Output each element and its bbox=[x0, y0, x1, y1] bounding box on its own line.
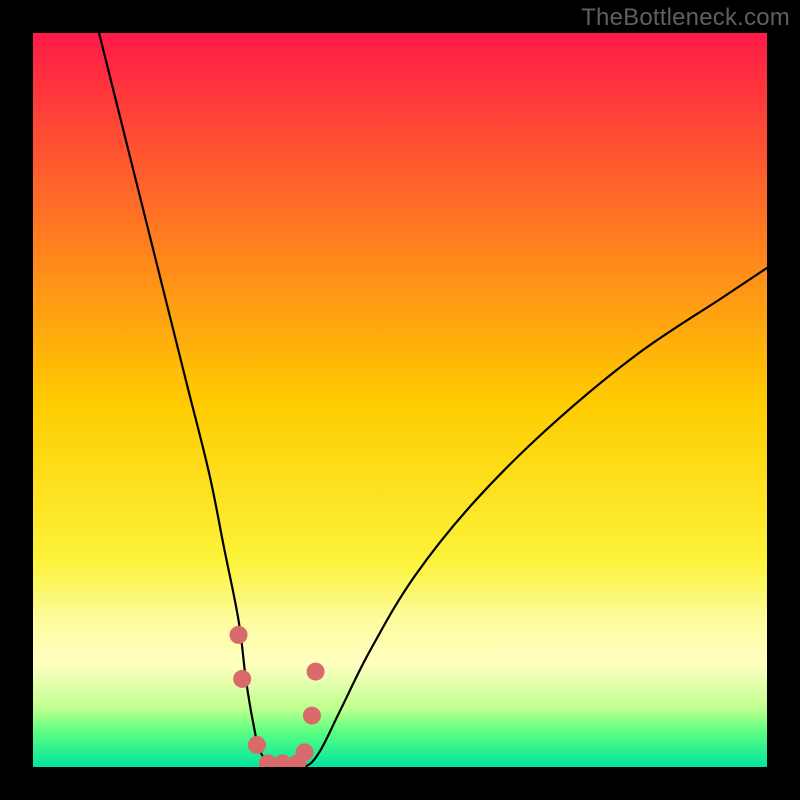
plot-area bbox=[33, 33, 767, 767]
chart-background bbox=[33, 33, 767, 767]
chart-svg bbox=[33, 33, 767, 767]
highlight-point bbox=[230, 626, 248, 644]
highlight-point bbox=[296, 743, 314, 761]
highlight-point bbox=[248, 736, 266, 754]
highlight-point bbox=[303, 707, 321, 725]
highlight-point bbox=[307, 663, 325, 681]
chart-frame: TheBottleneck.com bbox=[0, 0, 800, 800]
watermark-label: TheBottleneck.com bbox=[581, 4, 790, 32]
highlight-point bbox=[233, 670, 251, 688]
